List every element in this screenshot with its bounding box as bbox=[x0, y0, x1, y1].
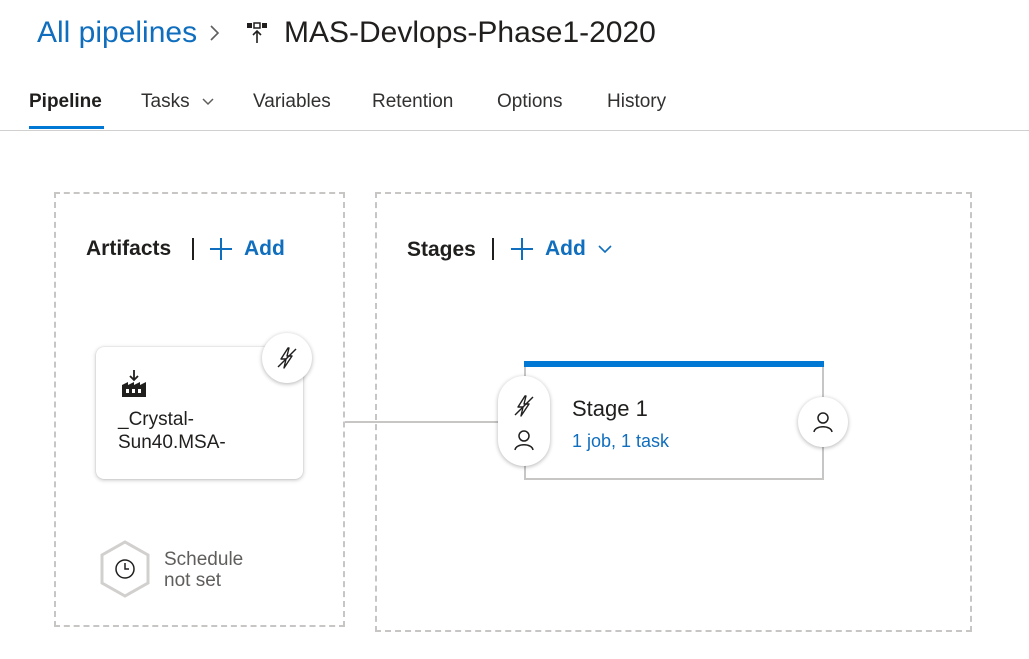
add-artifact-label: Add bbox=[244, 237, 285, 260]
stage-card-accent bbox=[524, 361, 824, 367]
stage-name[interactable]: Stage 1 bbox=[572, 396, 648, 422]
continuous-deployment-trigger-button[interactable] bbox=[262, 333, 312, 383]
page-title: MAS-Devlops-Phase1-2020 bbox=[284, 16, 656, 49]
add-artifact-button[interactable]: Add bbox=[208, 236, 285, 262]
tab-bar: Pipeline Tasks Variables Retention Optio… bbox=[0, 84, 1029, 132]
stage-card[interactable] bbox=[524, 361, 824, 480]
active-tab-indicator bbox=[29, 126, 104, 129]
schedule-status: Schedule not set bbox=[164, 549, 243, 591]
tab-variables[interactable]: Variables bbox=[253, 84, 331, 130]
stage-summary-link[interactable]: 1 job, 1 task bbox=[572, 430, 669, 452]
tab-pipeline[interactable]: Pipeline bbox=[29, 84, 102, 130]
schedule-status-line2: not set bbox=[164, 570, 222, 591]
tab-options[interactable]: Options bbox=[497, 84, 562, 130]
artifact-name: _Crystal- Sun40.MSA- bbox=[118, 408, 288, 454]
plus-icon bbox=[511, 238, 533, 260]
breadcrumb-all-pipelines[interactable]: All pipelines bbox=[37, 14, 197, 52]
chevron-down-icon bbox=[202, 98, 214, 106]
artifacts-title: Artifacts bbox=[86, 237, 172, 260]
tab-history[interactable]: History bbox=[607, 84, 666, 130]
release-pipeline-icon bbox=[247, 22, 267, 43]
tab-tasks[interactable]: Tasks bbox=[141, 84, 215, 130]
build-artifact-icon bbox=[122, 370, 146, 397]
stages-title: Stages bbox=[407, 238, 476, 261]
person-icon bbox=[813, 412, 833, 433]
artifact-name-line1: _Crystal- bbox=[118, 409, 195, 430]
post-deployment-approvers-button[interactable] bbox=[798, 397, 848, 447]
schedule-trigger-button[interactable] bbox=[99, 540, 151, 598]
stages-divider bbox=[492, 238, 494, 260]
tab-divider bbox=[0, 130, 1029, 131]
artifact-name-line2: Sun40.MSA- bbox=[118, 432, 226, 453]
tab-tasks-label: Tasks bbox=[141, 91, 190, 112]
artifacts-divider bbox=[192, 238, 194, 260]
pre-deployment-conditions bbox=[498, 376, 550, 466]
plus-icon bbox=[210, 238, 232, 260]
tab-retention[interactable]: Retention bbox=[372, 84, 453, 130]
add-stage-button[interactable]: Add bbox=[509, 236, 614, 262]
schedule-status-line1: Schedule bbox=[164, 549, 244, 570]
pre-deployment-approvers-icon[interactable] bbox=[512, 428, 536, 452]
pre-deployment-trigger-icon[interactable] bbox=[512, 394, 536, 418]
add-stage-label: Add bbox=[545, 237, 586, 260]
chevron-down-icon[interactable] bbox=[596, 243, 614, 255]
lightning-trigger-icon bbox=[277, 347, 297, 369]
chevron-right-icon bbox=[210, 25, 220, 41]
